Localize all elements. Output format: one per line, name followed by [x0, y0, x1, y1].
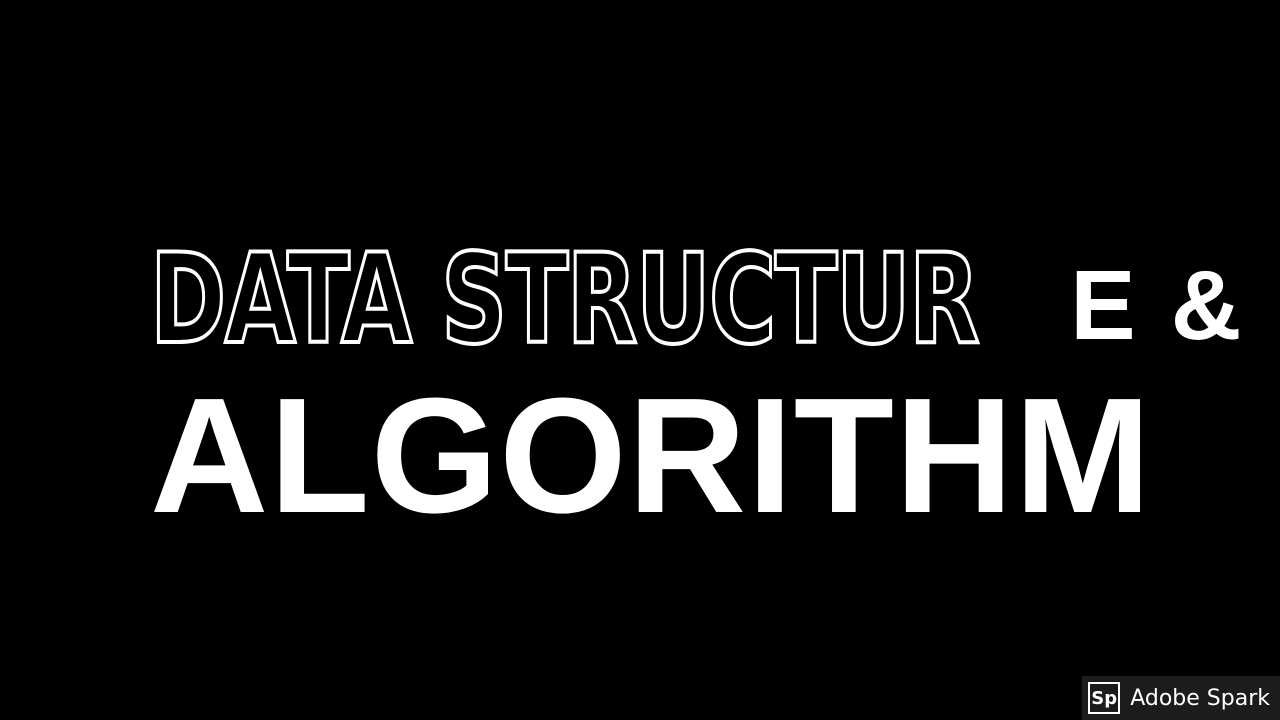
title-line-2: ALGORITHM: [150, 364, 1152, 547]
title-block: DATA STRUCTUR E & ALGORITHM: [0, 0, 1280, 720]
adobe-spark-logo-icon: Sp: [1088, 682, 1121, 714]
adobe-spark-watermark: Sp Adobe Spark: [1082, 676, 1280, 720]
title-outline-text: DATA STRUCTUR: [149, 228, 982, 372]
title-slide: DATA STRUCTUR E & ALGORITHM Sp Adobe Spa…: [0, 0, 1280, 720]
watermark-text: Adobe Spark: [1130, 685, 1270, 711]
title-line-1: DATA STRUCTUR E &: [149, 222, 1246, 372]
title-solid-text: E &: [1070, 250, 1246, 360]
